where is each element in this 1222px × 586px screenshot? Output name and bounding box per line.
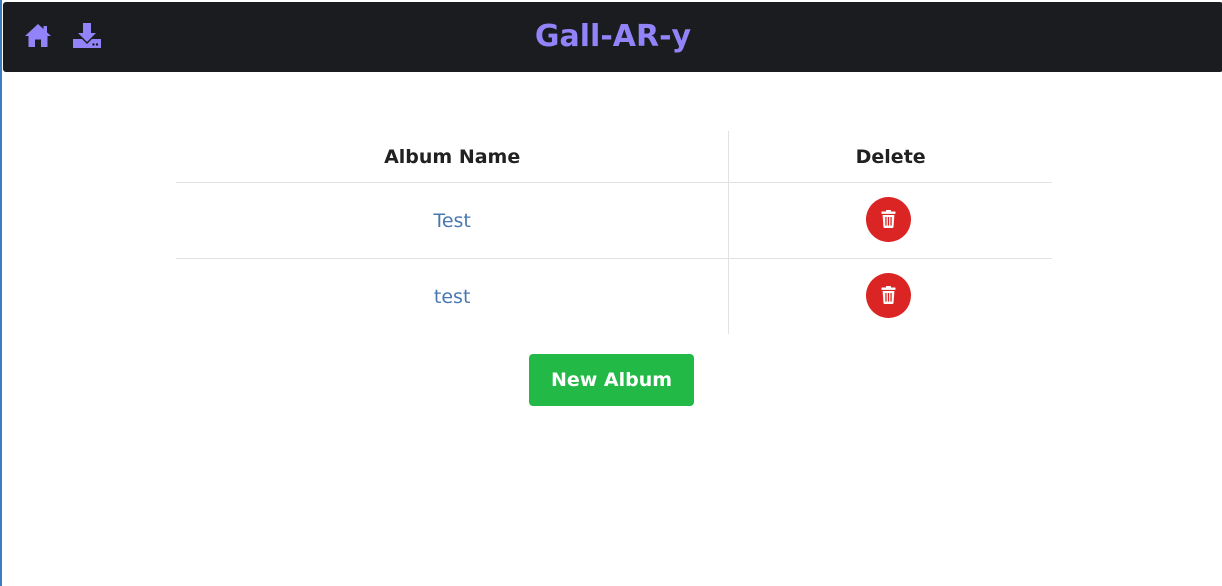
delete-album-button[interactable]: [866, 196, 912, 242]
table-header-row: Album Name Delete: [176, 131, 1052, 183]
column-header-delete: Delete: [728, 131, 1052, 183]
new-album-button[interactable]: New Album: [529, 354, 694, 406]
album-name-cell: test: [176, 258, 730, 334]
albums-table: Album Name Delete Test test: [176, 131, 1052, 334]
trash-icon: [881, 209, 896, 228]
delete-cell: [728, 182, 1052, 259]
app-title: Gall-AR-y: [534, 19, 692, 54]
app-window: Gall-AR-y Album Name Delete Test test Ne…: [0, 0, 1222, 586]
album-name-cell: Test: [176, 182, 730, 259]
delete-cell: [729, 259, 1052, 335]
album-link[interactable]: test: [434, 286, 471, 308]
trash-icon: [881, 285, 896, 304]
table-row: Test: [176, 182, 1052, 259]
column-header-album-name: Album Name: [176, 131, 730, 183]
delete-album-button[interactable]: [866, 272, 912, 318]
table-row: test: [176, 258, 1052, 335]
album-link[interactable]: Test: [433, 210, 470, 232]
top-navbar: Gall-AR-y: [3, 2, 1222, 72]
